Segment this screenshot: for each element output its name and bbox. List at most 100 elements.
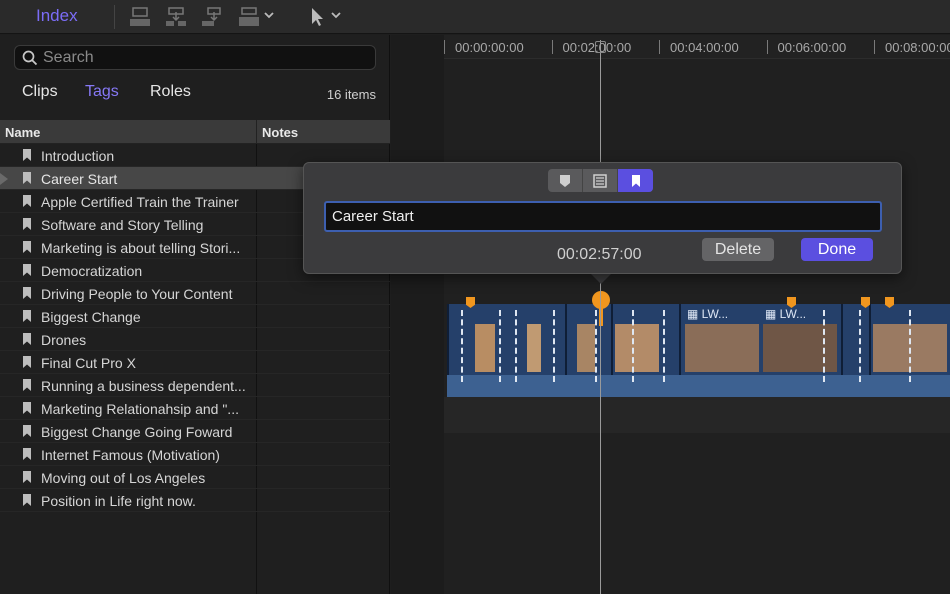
list-item-label: Final Cut Pro X [41, 355, 136, 371]
overwrite-clip-icon[interactable] [236, 4, 262, 30]
playhead-handle[interactable] [595, 41, 606, 53]
tool-menu-chevron-down-icon[interactable] [330, 8, 342, 22]
item-count: 16 items [326, 87, 376, 102]
clip-thumbnail [763, 324, 837, 372]
ruler-tick [766, 40, 768, 54]
clip-edit-line [499, 310, 501, 382]
playhead[interactable] [600, 40, 601, 594]
done-button[interactable]: Done [801, 238, 873, 261]
clip-title: LW... [779, 307, 807, 321]
search-input[interactable] [43, 47, 363, 68]
bookmark-icon [22, 471, 32, 489]
timeline-audio-lane [444, 397, 950, 433]
list-item[interactable]: Final Cut Pro X [0, 351, 390, 374]
list-item[interactable]: Drones [0, 328, 390, 351]
index-title[interactable]: Index [36, 6, 78, 26]
insert-clip-icon[interactable] [163, 4, 189, 30]
select-tool-icon[interactable] [303, 4, 329, 30]
clip-thumbnail [527, 324, 541, 372]
list-item[interactable]: Running a business dependent... [0, 374, 390, 397]
primary-storyline-clips[interactable]: ▦ LW... ▦ LW... [447, 304, 950, 397]
marker-type-control [548, 169, 653, 192]
clip-thumbnail [615, 324, 659, 372]
bookmark-icon [22, 218, 32, 236]
bookmark-icon [22, 287, 32, 305]
list-item-label: Apple Certified Train the Trainer [41, 194, 239, 210]
marker-chapter-icon [631, 174, 640, 187]
list-item[interactable]: Marketing Relationahsip and "... [0, 397, 390, 420]
bookmark-icon [22, 356, 32, 374]
clip-title-icon-label: ▦ LW... [765, 307, 806, 321]
bookmark-icon [22, 379, 32, 397]
popover-arrow [590, 273, 612, 284]
overwrite-menu-chevron-down-icon[interactable] [263, 8, 275, 22]
list-item[interactable]: Position in Life right now. [0, 489, 390, 512]
list-item-label: Marketing Relationahsip and "... [41, 401, 239, 417]
timeline-index-panel: Clips Tags Roles 16 items Name Notes Int… [0, 35, 390, 594]
marker-standard-icon [560, 174, 570, 187]
list-item-label: Democratization [41, 263, 143, 279]
marker-chapter-button[interactable] [618, 169, 653, 192]
clip-edit-line [823, 310, 825, 382]
list-item-label: Driving People to Your Content [41, 286, 233, 302]
marker-name-field[interactable] [324, 201, 882, 232]
list-item[interactable]: Biggest Change [0, 305, 390, 328]
ruler-timecode: 00:08:00:00 [885, 40, 950, 55]
clip-edit-line [553, 310, 555, 382]
toolbar-divider [114, 5, 115, 29]
clip-edit-line [632, 310, 634, 382]
list-item[interactable]: Driving People to Your Content [0, 282, 390, 305]
column-divider[interactable] [256, 120, 257, 144]
bookmark-icon [22, 264, 32, 282]
list-item[interactable]: Internet Famous (Motivation) [0, 443, 390, 466]
clip-edit-line [909, 310, 911, 382]
append-clip-icon[interactable] [199, 4, 225, 30]
ruler-timecode: 00:00:00:00 [455, 40, 524, 55]
clip-edit-line [515, 310, 517, 382]
clip-edit-line [663, 310, 665, 382]
search-box[interactable] [14, 45, 376, 70]
bookmark-icon [22, 448, 32, 466]
bookmark-icon [22, 402, 32, 420]
toolbar: Index [0, 0, 950, 34]
selection-indicator-icon [0, 173, 8, 185]
clip-edit-line [461, 310, 463, 382]
list-item[interactable]: Biggest Change Going Foward [0, 420, 390, 443]
column-header-notes[interactable]: Notes [262, 125, 298, 140]
connect-clip-icon[interactable] [127, 4, 153, 30]
clip-edit-line [859, 310, 861, 382]
column-header-name[interactable]: Name [5, 125, 40, 140]
timeline-ruler[interactable]: 00:00:00:00 00:02:00:00 00:04:00:00 00:06:0… [444, 35, 950, 59]
ruler-tick [659, 40, 660, 54]
list-item-label: Biggest Change [41, 309, 141, 325]
marker-popover: 00:02:57:00 Delete Done [303, 162, 902, 274]
ruler-timecode: 00:04:00:00 [670, 40, 739, 55]
list-item-label: Running a business dependent... [41, 378, 246, 394]
tab-roles[interactable]: Roles [150, 83, 191, 101]
tab-tags[interactable]: Tags [85, 83, 119, 101]
list-item-label: Position in Life right now. [41, 493, 196, 509]
list-item-label: Software and Story Telling [41, 217, 204, 233]
list-item-label: Biggest Change Going Foward [41, 424, 233, 440]
tab-clips[interactable]: Clips [22, 83, 58, 101]
selected-marker-icon[interactable] [592, 291, 610, 309]
clip-grid-icon: ▦ [765, 307, 780, 321]
clip-grid-icon: ▦ [687, 307, 702, 321]
marker-todo-button[interactable] [583, 169, 618, 192]
clip-title-icon-label: ▦ LW... [687, 307, 728, 321]
list-item[interactable]: Moving out of Los Angeles [0, 466, 390, 489]
clip-thumbnail [577, 324, 595, 372]
bookmark-icon [22, 494, 32, 512]
ruler-timecode: 00:06:00:00 [777, 40, 847, 55]
delete-button[interactable]: Delete [702, 238, 774, 261]
index-tabs: Clips Tags Roles 16 items [0, 81, 390, 107]
list-item-label: Internet Famous (Motivation) [41, 447, 220, 463]
marker-todo-icon [593, 173, 607, 188]
clip-thumbnail [685, 324, 759, 372]
bookmark-icon [22, 425, 32, 443]
column-header: Name Notes [0, 120, 390, 144]
bookmark-icon [22, 149, 32, 167]
ruler-tick [551, 40, 553, 54]
bookmark-icon [22, 310, 32, 328]
marker-standard-button[interactable] [548, 169, 583, 192]
